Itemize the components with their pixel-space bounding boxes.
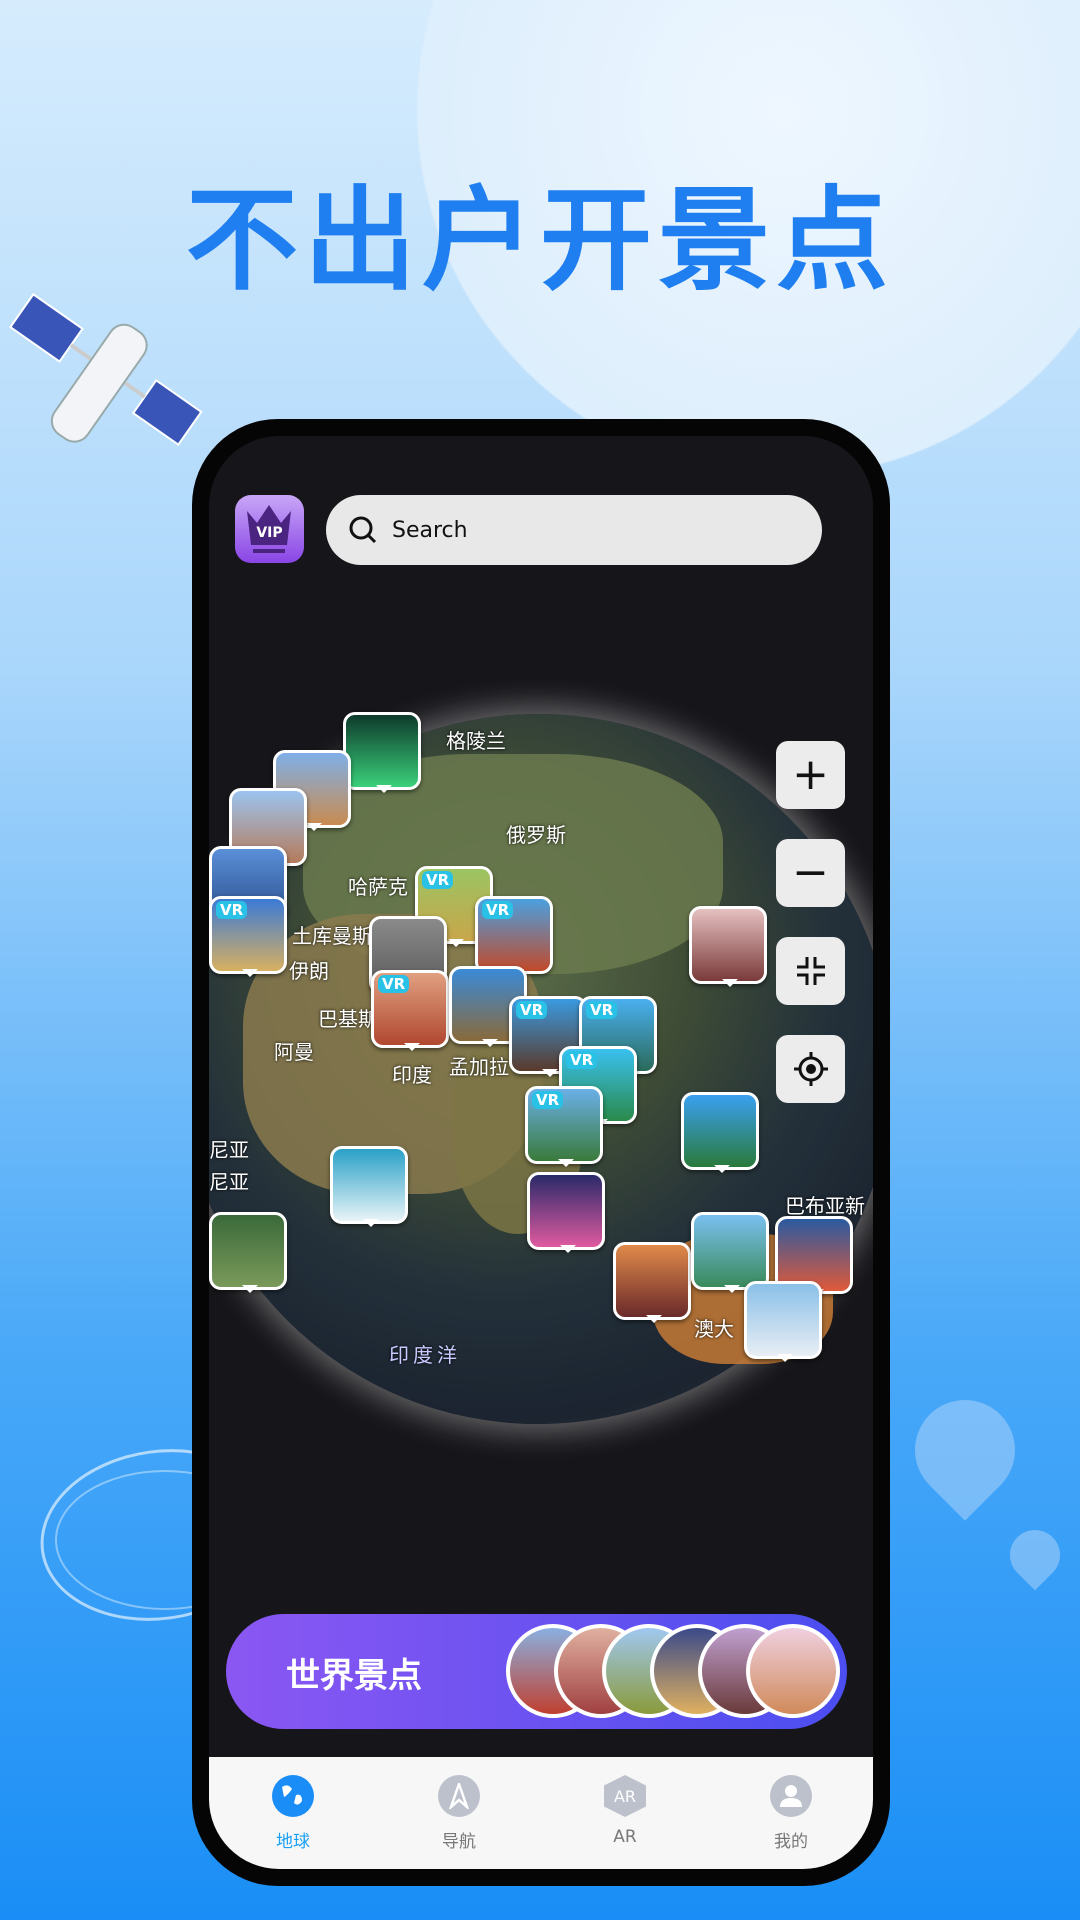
phone-frame: VIP Search 格陵兰 俄罗斯 哈萨克 土库曼斯 伊朗 巴基斯 阿曼 印度… — [192, 419, 890, 1886]
attraction-marker[interactable] — [744, 1281, 822, 1362]
attraction-marker[interactable] — [691, 1212, 769, 1293]
vr-badge: VR — [566, 1051, 598, 1069]
location-pin-icon — [999, 1519, 1071, 1591]
attraction-marker[interactable] — [527, 1172, 605, 1253]
map-label: 巴布亚新 — [785, 1194, 865, 1218]
vr-badge: VR — [586, 1001, 618, 1019]
globe-icon — [272, 1775, 314, 1817]
map-label: 孟加拉 — [449, 1055, 509, 1079]
attraction-marker[interactable] — [681, 1092, 759, 1173]
minus-icon: − — [792, 847, 829, 898]
map-label: 尼亚 — [209, 1170, 249, 1194]
search-icon — [349, 516, 377, 544]
vip-label: VIP — [256, 525, 283, 541]
map-label: 巴基斯 — [318, 1007, 378, 1031]
ar-icon: AR — [604, 1775, 646, 1817]
attraction-thumbnail — [746, 1624, 840, 1718]
map-label: 土库曼斯 — [292, 924, 372, 948]
attraction-marker[interactable]: VR — [371, 970, 449, 1051]
tab-label: 地球 — [276, 1832, 310, 1852]
search-input[interactable]: Search — [326, 495, 822, 565]
vr-badge: VR — [516, 1001, 548, 1019]
map-label: 伊朗 — [289, 959, 329, 983]
map-label: 印度 — [392, 1063, 432, 1087]
tab-navigation[interactable]: 导航 — [409, 1775, 509, 1852]
app-screen: VIP Search 格陵兰 俄罗斯 哈萨克 土库曼斯 伊朗 巴基斯 阿曼 印度… — [209, 436, 873, 1869]
vr-badge: VR — [532, 1091, 564, 1109]
map-label: 印度洋 — [389, 1343, 461, 1367]
vip-button[interactable]: VIP — [235, 495, 304, 563]
attraction-marker[interactable] — [330, 1146, 408, 1227]
tab-label: 我的 — [774, 1832, 808, 1852]
collapse-button[interactable] — [776, 937, 845, 1005]
attraction-marker[interactable] — [689, 906, 767, 987]
attraction-marker[interactable]: VR — [209, 896, 287, 977]
banner-title: 世界景点 — [286, 1656, 422, 1696]
attraction-marker[interactable] — [209, 1212, 287, 1293]
attraction-marker[interactable]: VR — [525, 1086, 603, 1167]
tab-label: 导航 — [442, 1832, 476, 1852]
vr-badge: VR — [216, 901, 248, 919]
bottom-tab-bar: 地球 导航 AR AR 我的 — [209, 1757, 873, 1869]
plus-icon: + — [792, 749, 829, 800]
zoom-out-button[interactable]: − — [776, 839, 845, 907]
vr-badge: VR — [378, 975, 410, 993]
collapse-icon — [796, 957, 825, 985]
attraction-marker[interactable] — [343, 712, 421, 793]
location-pin-icon — [894, 1379, 1036, 1521]
vr-badge: VR — [422, 871, 454, 889]
map-label: 阿曼 — [274, 1040, 314, 1064]
map-label: 哈萨克 — [348, 875, 408, 899]
vr-badge: VR — [482, 901, 514, 919]
navigation-icon — [438, 1775, 480, 1817]
world-attractions-banner[interactable]: 世界景点 — [226, 1614, 847, 1729]
user-icon — [770, 1775, 812, 1817]
satellite-icon — [8, 292, 203, 447]
search-placeholder: Search — [392, 517, 468, 543]
zoom-in-button[interactable]: + — [776, 741, 845, 809]
tab-label: AR — [613, 1827, 637, 1847]
map-label: 澳大 — [694, 1317, 734, 1341]
locate-icon — [793, 1052, 828, 1086]
tab-earth[interactable]: 地球 — [243, 1775, 343, 1852]
tab-ar[interactable]: AR AR — [575, 1775, 675, 1847]
map-label: 尼亚 — [209, 1138, 249, 1162]
locate-button[interactable] — [776, 1035, 845, 1103]
attraction-marker[interactable]: VR — [475, 896, 553, 977]
map-label: 俄罗斯 — [506, 823, 566, 847]
tab-profile[interactable]: 我的 — [741, 1775, 841, 1852]
attraction-marker[interactable] — [613, 1242, 691, 1323]
map-label: 格陵兰 — [446, 729, 506, 753]
